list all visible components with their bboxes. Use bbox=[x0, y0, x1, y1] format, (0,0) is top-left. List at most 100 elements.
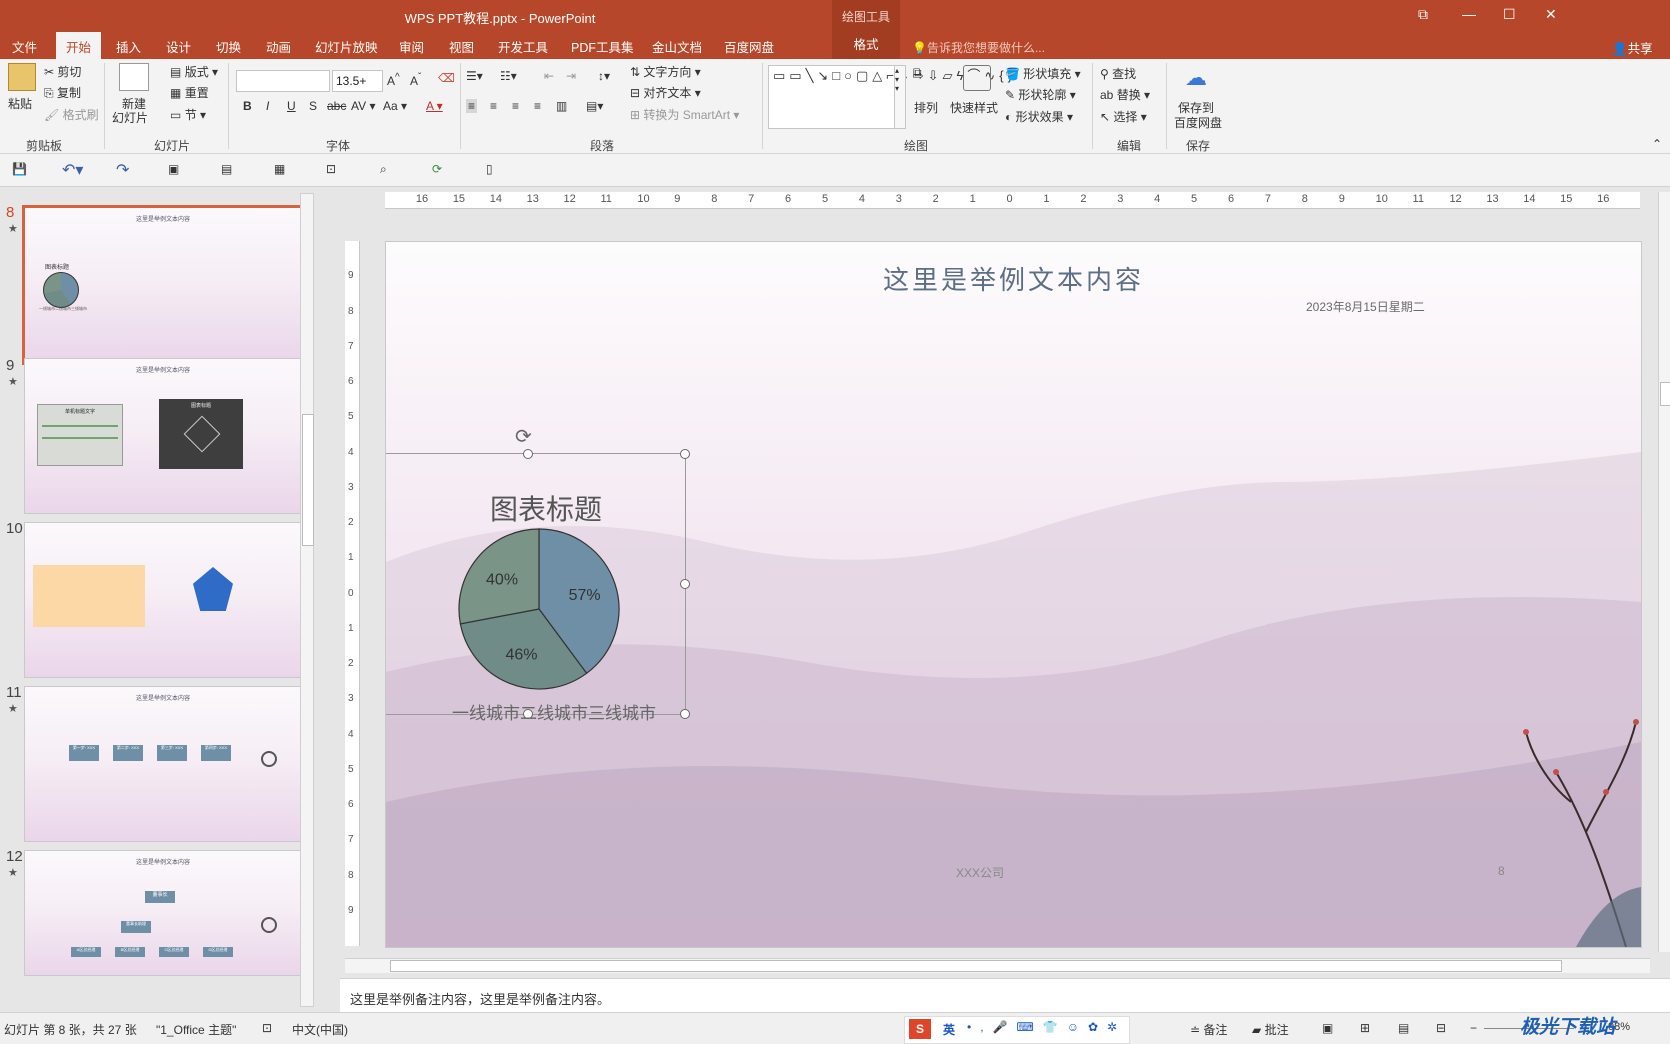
share-button[interactable]: 👤共享 bbox=[1612, 38, 1653, 57]
shape-outline-button[interactable]: ✎ 形状轮廓 ▾ bbox=[1005, 86, 1076, 103]
normal-view-icon[interactable]: ▣ bbox=[1322, 1021, 1333, 1035]
tab-format[interactable]: 格式 bbox=[832, 32, 900, 59]
slide-canvas[interactable]: 这里是举例文本内容 2023年8月15日星期二 XXX公司 8 ⟳ 图表标题 5… bbox=[385, 241, 1642, 948]
find-button[interactable]: ⚲ 查找 bbox=[1100, 65, 1136, 82]
horizontal-scrollbar[interactable] bbox=[345, 958, 1650, 973]
tab-animations[interactable]: 动画 bbox=[266, 37, 291, 56]
thumbnail-scroll-thumb[interactable] bbox=[302, 414, 314, 546]
convert-smartart-button[interactable]: ⊞ 转换为 SmartArt ▾ bbox=[630, 106, 739, 123]
shrink-font-icon[interactable]: Aˇ bbox=[410, 72, 421, 88]
shadow-icon[interactable]: S bbox=[309, 99, 317, 113]
section-button[interactable]: ▭ 节 ▾ bbox=[170, 106, 206, 123]
character-spacing-icon[interactable]: AV ▾ bbox=[351, 99, 375, 113]
arrange-button[interactable]: 排列 bbox=[914, 99, 938, 116]
bold-icon[interactable]: B bbox=[243, 99, 252, 113]
slide-thumbnail-12[interactable]: 这里是举例文本内容 董事长 董事长助理 A区总经理 B区总经理 C区总经理 D区… bbox=[24, 850, 302, 976]
strikethrough-icon[interactable]: abc bbox=[327, 99, 346, 113]
tab-home[interactable]: 开始 bbox=[56, 32, 102, 59]
line-spacing-icon[interactable]: ↕▾ bbox=[598, 69, 610, 83]
justify-icon[interactable]: ≡ bbox=[534, 99, 541, 113]
tab-pdf-tools[interactable]: PDF工具集 bbox=[571, 37, 634, 56]
shapes-gallery[interactable]: ▭▭╲↘□○▢△⌐↳⇨⇩▱ϟ⌒∿{} bbox=[768, 65, 1012, 129]
present-icon[interactable]: ⊡ bbox=[326, 162, 336, 176]
select-button[interactable]: ↖ 选择 ▾ bbox=[1100, 108, 1147, 125]
notes-button[interactable]: ≐ 备注 bbox=[1190, 1021, 1227, 1038]
tab-baidu-netdisk[interactable]: 百度网盘 bbox=[724, 37, 774, 56]
slideshow-view-icon[interactable]: ⊟ bbox=[1436, 1021, 1446, 1035]
save-icon[interactable]: 💾 bbox=[12, 162, 27, 176]
restore-ribbon-icon[interactable]: ⧉ bbox=[1418, 6, 1428, 23]
text-direction-button[interactable]: ⇅ 文字方向 ▾ bbox=[630, 63, 701, 80]
resize-handle[interactable] bbox=[680, 579, 690, 589]
replace-button[interactable]: ab 替换 ▾ bbox=[1100, 86, 1150, 103]
tab-file[interactable]: 文件 bbox=[12, 37, 37, 56]
thumbnail-scrollbar[interactable] bbox=[300, 193, 314, 1007]
new-slide-button-line2[interactable]: 幻灯片 bbox=[112, 109, 148, 126]
resize-handle[interactable] bbox=[523, 449, 533, 459]
save-to-baidu-button-line2[interactable]: 百度网盘 bbox=[1174, 114, 1222, 131]
format-painter-button[interactable]: 🖌 格式刷 bbox=[44, 106, 99, 123]
tab-slideshow[interactable]: 幻灯片放映 bbox=[315, 37, 378, 56]
paste-button[interactable]: 粘贴 bbox=[8, 95, 32, 112]
slide-thumbnail-11[interactable]: 这里是举例文本内容 第一步: XXX 第二步: XXX 第三步: XXX 第四步… bbox=[24, 686, 302, 842]
sync-icon[interactable]: ⟳ bbox=[432, 162, 442, 176]
textbox-icon[interactable]: ▤ bbox=[221, 162, 232, 176]
tab-transitions[interactable]: 切换 bbox=[216, 37, 241, 56]
slide-thumbnail-10[interactable] bbox=[24, 522, 302, 678]
slide-date[interactable]: 2023年8月15日星期二 bbox=[1306, 298, 1425, 315]
rotate-handle-icon[interactable]: ⟳ bbox=[515, 424, 532, 449]
slide-footer[interactable]: XXX公司 bbox=[956, 864, 1004, 881]
grow-font-icon[interactable]: A^ bbox=[387, 72, 400, 88]
numbering-icon[interactable]: ☷▾ bbox=[500, 69, 517, 83]
slideshow-icon[interactable]: ▦ bbox=[274, 162, 285, 176]
reset-button[interactable]: ▦ 重置 bbox=[170, 84, 209, 101]
language-indicator[interactable]: 中文(中国) bbox=[292, 1021, 348, 1038]
notes-pane[interactable]: 这里是举例备注内容，这里是举例备注内容。 bbox=[340, 978, 1670, 1013]
slide-thumbnail-9[interactable]: 这里是举例文本内容 单机标题文字 图表标题 bbox=[24, 358, 302, 514]
tab-review[interactable]: 审阅 bbox=[399, 37, 424, 56]
pie-chart[interactable]: 57% 46% 40% bbox=[456, 526, 622, 692]
maximize-button[interactable]: ☐ bbox=[1503, 6, 1516, 23]
increase-indent-icon[interactable]: ⇥ bbox=[566, 69, 576, 83]
change-case-icon[interactable]: Aa ▾ bbox=[383, 99, 407, 113]
tab-kingsoft-docs[interactable]: 金山文档 bbox=[652, 37, 702, 56]
vertical-scrollbar[interactable] bbox=[1658, 192, 1670, 952]
cut-button[interactable]: ✂ 剪切 bbox=[44, 63, 81, 80]
shape-effects-button[interactable]: ◐ 形状效果 ▾ bbox=[1005, 108, 1073, 125]
slide-title[interactable]: 这里是举例文本内容 bbox=[386, 260, 1641, 297]
shape-fill-button[interactable]: 🪣 形状填充 ▾ bbox=[1005, 65, 1081, 82]
ime-toolbar[interactable]: S 英 •,🎤⌨👕☺✿✲ bbox=[904, 1016, 1130, 1044]
tab-developer[interactable]: 开发工具 bbox=[498, 37, 548, 56]
chart-title[interactable]: 图表标题 bbox=[406, 488, 686, 528]
align-left-icon[interactable]: ≡ bbox=[466, 99, 478, 113]
decrease-indent-icon[interactable]: ⇤ bbox=[544, 69, 554, 83]
underline-icon[interactable]: U bbox=[287, 99, 296, 113]
spellcheck-icon[interactable]: ⊡ bbox=[262, 1021, 272, 1035]
quick-styles-button[interactable]: 快速样式 bbox=[950, 99, 998, 116]
minimize-button[interactable]: — bbox=[1462, 6, 1476, 22]
horizontal-scroll-thumb[interactable] bbox=[390, 960, 1562, 972]
close-button[interactable]: ✕ bbox=[1545, 6, 1557, 23]
font-name-input[interactable] bbox=[236, 70, 330, 92]
reading-view-icon[interactable]: ▤ bbox=[1398, 1021, 1409, 1035]
comments-button[interactable]: ▰ 批注 bbox=[1252, 1021, 1289, 1038]
clear-format-icon[interactable]: ⌫ bbox=[438, 71, 455, 85]
preview-icon[interactable]: ⌕ bbox=[380, 162, 387, 177]
chart-legend[interactable]: 一线城市二线城市三线城市 bbox=[452, 699, 656, 724]
shapes-gallery-scroll[interactable]: ▴ ▾ ▾ bbox=[894, 65, 906, 129]
vertical-scroll-thumb[interactable] bbox=[1660, 382, 1670, 406]
notes-text[interactable]: 这里是举例备注内容，这里是举例备注内容。 bbox=[350, 989, 610, 1008]
layout-button[interactable]: ▤ 版式 ▾ bbox=[170, 63, 218, 80]
undo-icon[interactable]: ↶▾ bbox=[62, 160, 83, 180]
tab-design[interactable]: 设计 bbox=[166, 37, 191, 56]
resize-handle[interactable] bbox=[680, 709, 690, 719]
collapse-ribbon-icon[interactable]: ⌃ bbox=[1652, 137, 1662, 151]
slide-sorter-icon[interactable]: ⊞ bbox=[1360, 1021, 1370, 1035]
resize-handle[interactable] bbox=[680, 449, 690, 459]
italic-icon[interactable]: I bbox=[266, 99, 269, 113]
copy-button[interactable]: ⎘ 复制 bbox=[44, 84, 81, 101]
align-text-button[interactable]: ⊟ 对齐文本 ▾ bbox=[630, 84, 701, 101]
redo-icon[interactable]: ↷ bbox=[116, 160, 129, 180]
tab-view[interactable]: 视图 bbox=[449, 37, 474, 56]
tab-insert[interactable]: 插入 bbox=[116, 37, 141, 56]
